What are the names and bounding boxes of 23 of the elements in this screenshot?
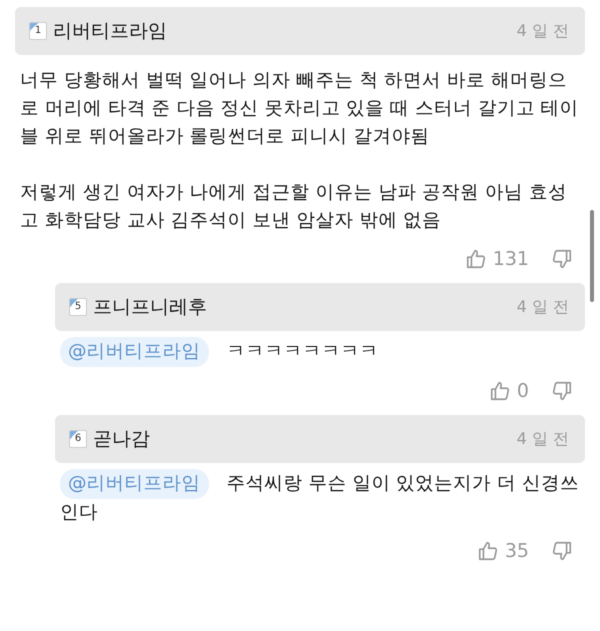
level-badge: 1 [29, 22, 47, 40]
comment-text: 너무 당황해서 벌떡 일어나 의자 빼주는 척 하면서 바로 해머링으로 머리에 타격 준 다음 정신 못차리고 있을 때 스터너 갈기고 테이블 위로 뛰어올라가 롤링썬더로 피니시 갈겨야됨 [20, 69, 580, 149]
comment-text: 저렇게 생긴 여자가 나에게 접근할 이유는 남파 공작원 아님 효성고 화학담당 교사 김주석이 보낸 암살자 밖에 없음 [20, 181, 568, 233]
thumbs-down-icon[interactable] [551, 380, 573, 402]
level-badge: 5 [69, 298, 87, 316]
thumbs-down-icon[interactable] [551, 540, 573, 562]
username[interactable]: 프니프니레후 [93, 294, 207, 320]
reply-text: @리버티프라임 ㅋㅋㅋㅋㅋㅋㅋㅋ [60, 337, 581, 367]
username[interactable]: 곧나감 [93, 426, 150, 452]
thumbs-down-icon[interactable] [551, 248, 573, 270]
like-count: 0 [516, 380, 529, 402]
timestamp: 4 일 전 [516, 296, 569, 318]
reply-text: @리버티프라임 주석씨랑 무슨 일이 있었는지가 더 신경쓰인다 [60, 469, 581, 527]
like-count: 131 [492, 248, 529, 270]
thumbs-up-icon[interactable] [464, 248, 487, 270]
like-count: 35 [504, 540, 529, 562]
timestamp: 4 일 전 [516, 20, 569, 42]
timestamp: 4 일 전 [516, 428, 569, 450]
level-badge: 6 [69, 430, 87, 448]
thumbs-up-icon[interactable] [476, 540, 499, 562]
username[interactable]: 리버티프라임 [53, 18, 167, 44]
thumbs-up-icon[interactable] [488, 380, 511, 402]
scrollbar[interactable] [590, 210, 594, 302]
